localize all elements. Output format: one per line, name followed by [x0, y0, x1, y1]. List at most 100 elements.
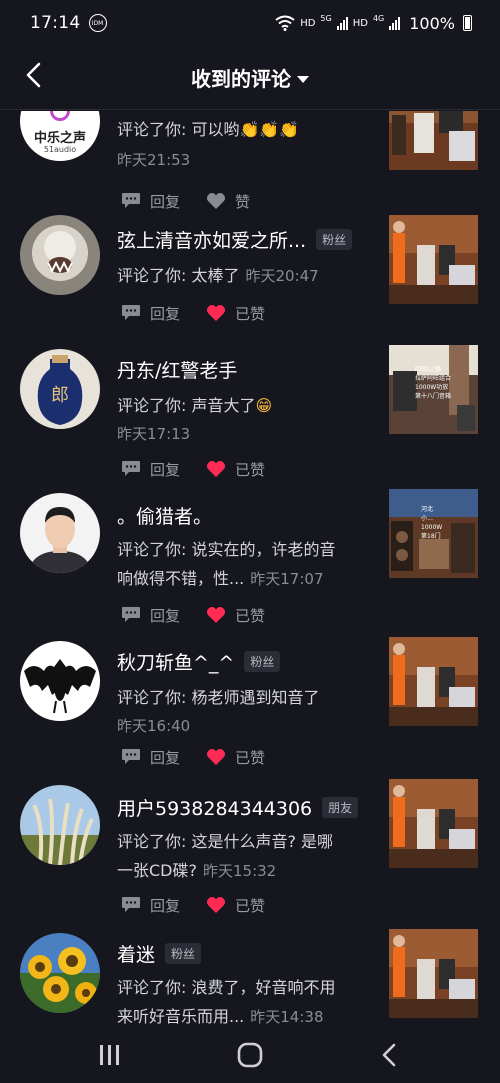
comment-text[interactable]: 评论了你: 声音大了😁: [117, 391, 375, 420]
title-dropdown[interactable]: 收到的评论: [191, 63, 309, 92]
reply-button[interactable]: 回复: [121, 605, 180, 626]
battery-percent: 100%: [409, 13, 455, 33]
idm-icon: IDM: [88, 14, 107, 32]
svg-text:郎: 郎: [51, 385, 69, 406]
liked-button[interactable]: 已赞: [206, 895, 265, 916]
chat-bubble-icon: [122, 607, 140, 622]
avatar[interactable]: [20, 215, 100, 295]
recent-apps-icon[interactable]: [96, 1043, 124, 1067]
top-header: 收到的评论: [0, 46, 500, 110]
video-thumbnail[interactable]: [389, 779, 478, 868]
username[interactable]: 着迷: [117, 940, 155, 967]
back-arrow-icon[interactable]: [20, 60, 50, 90]
signal-icon-2: [389, 16, 401, 30]
hd-label-2: HD: [352, 17, 368, 29]
network-5g-label: 5G: [320, 13, 332, 23]
comment-item[interactable]: 用户5938284344306 朋友 评论了你: 这是什么声音? 是哪 一张CD…: [0, 779, 500, 927]
comment-text[interactable]: 评论了你: 这是什么声音? 是哪 一张CD碟? 昨天15:32: [117, 827, 379, 886]
video-thumbnail[interactable]: [389, 215, 478, 304]
home-icon[interactable]: [236, 1041, 264, 1069]
comment-time: 昨天17:13: [117, 425, 191, 443]
avatar[interactable]: 郎: [20, 349, 100, 429]
liked-button[interactable]: 已赞: [206, 303, 265, 324]
reply-button[interactable]: 回复: [121, 191, 180, 212]
heart-filled-icon: [206, 897, 226, 913]
reply-button[interactable]: 回复: [121, 303, 180, 324]
comment-item[interactable]: 着迷 粉丝 评论了你: 浪费了，好音响不用 来听好音乐而用... 昨天14:38: [0, 927, 500, 1026]
comment-actions: 回复 已赞: [121, 745, 265, 769]
name-row: 。偷猎者。: [117, 501, 212, 529]
heart-filled-icon: [206, 461, 226, 477]
comment-text[interactable]: 评论了你: 说实在的，许老的音 响做得不错，性... 昨天17:07: [117, 535, 379, 594]
page-title: 收到的评论: [191, 67, 291, 91]
username[interactable]: 秋刀斩鱼^_^: [117, 648, 234, 675]
caret-down-icon: [297, 76, 309, 83]
like-button[interactable]: 赞: [206, 191, 250, 212]
chat-bubble-icon: [122, 461, 140, 476]
battery-icon: [463, 15, 472, 31]
status-indicators: HD 5G HD 4G 100%: [275, 14, 472, 33]
name-row: 用户5938284344306 朋友: [117, 793, 359, 821]
comment-item[interactable]: 郎 丹东/红警老手 评论了你: 声音大了😁 昨天17:13 回复 已赞 四朗山 …: [0, 345, 500, 489]
chat-bubble-icon: [122, 305, 140, 320]
heart-filled-icon: [206, 749, 226, 765]
name-row: 丹东/红警老手: [117, 355, 237, 383]
avatar-logo-text: 中乐之声: [33, 131, 86, 146]
comment-item[interactable]: 秋刀斩鱼^_^ 粉丝 评论了你: 杨老师遇到知音了 昨天16:40 回复 已赞: [0, 637, 500, 779]
back-nav-icon[interactable]: [376, 1041, 404, 1069]
status-bar: 17:14 IDM HD 5G HD 4G 100%: [0, 0, 500, 46]
video-thumbnail[interactable]: [389, 111, 478, 170]
comment-item[interactable]: 中乐之声 51audio 评论了你: 可以哟👏👏👏 昨天21:53 回复 赞: [0, 111, 500, 211]
avatar[interactable]: 中乐之声 51audio: [20, 111, 100, 161]
name-row: 秋刀斩鱼^_^ 粉丝: [117, 647, 281, 675]
system-nav-bar: [0, 1026, 500, 1083]
video-thumbnail[interactable]: [389, 929, 478, 1018]
avatar[interactable]: [20, 933, 100, 1013]
heart-filled-icon: [206, 305, 226, 321]
username[interactable]: 丹东/红警老手: [117, 356, 237, 383]
comment-actions: 回复 已赞: [121, 603, 265, 627]
comment-item[interactable]: 。偷猎者。 评论了你: 说实在的，许老的音 响做得不错，性... 昨天17:07 …: [0, 489, 500, 637]
reply-button[interactable]: 回复: [121, 459, 180, 480]
comment-text[interactable]: 评论了你: 太棒了 昨天20:47: [117, 261, 375, 291]
network-4g-label: 4G: [372, 13, 385, 23]
comment-text[interactable]: 评论了你: 浪费了，好音响不用 来听好音乐而用... 昨天14:38: [117, 973, 379, 1026]
comment-actions: 回复 赞: [121, 189, 250, 213]
comment-text[interactable]: 评论了你: 可以哟👏👏👏: [117, 115, 375, 144]
liked-button[interactable]: 已赞: [206, 605, 265, 626]
liked-button[interactable]: 已赞: [206, 747, 265, 768]
thumbnail-caption: 四朗山 摘 拉萨阿旺组合 1000W功放 第十八门音箱: [415, 366, 452, 400]
chat-bubble-icon: [122, 193, 140, 208]
reply-button[interactable]: 回复: [121, 747, 180, 768]
chat-bubble-icon: [122, 897, 140, 912]
comment-actions: 回复 已赞: [121, 893, 265, 917]
video-thumbnail[interactable]: 河北 小… 1000W 第18门: [389, 489, 478, 578]
name-row: 弦上清音亦如爱之所... 粉丝: [117, 225, 353, 253]
comment-actions: 回复 已赞: [121, 301, 265, 325]
comment-time: 昨天16:40: [117, 717, 191, 735]
video-thumbnail[interactable]: [389, 637, 478, 726]
avatar[interactable]: [20, 641, 100, 721]
comment-item[interactable]: 弦上清音亦如爱之所... 粉丝 评论了你: 太棒了 昨天20:47 回复 已赞: [0, 215, 500, 345]
avatar-logo-subtext: 51audio: [43, 145, 77, 154]
liked-button[interactable]: 已赞: [206, 459, 265, 480]
comment-list[interactable]: 中乐之声 51audio 评论了你: 可以哟👏👏👏 昨天21:53 回复 赞 弦…: [0, 111, 500, 1026]
comment-text[interactable]: 评论了你: 杨老师遇到知音了: [117, 683, 375, 712]
heart-outline-icon: [206, 193, 226, 209]
comment-actions: 回复 已赞: [121, 457, 265, 481]
video-thumbnail[interactable]: 四朗山 摘 拉萨阿旺组合 1000W功放 第十八门音箱: [389, 345, 478, 434]
avatar[interactable]: [20, 493, 100, 573]
signal-icon-1: [336, 16, 348, 30]
name-row: 着迷 粉丝: [117, 939, 202, 967]
thumbnail-caption: 河北 小… 1000W 第18门: [421, 506, 443, 540]
username[interactable]: 用户5938284344306: [117, 794, 312, 821]
username[interactable]: 。偷猎者。: [117, 502, 212, 529]
fan-badge: 粉丝: [165, 942, 202, 964]
avatar[interactable]: [20, 785, 100, 865]
friend-badge: 朋友: [322, 796, 359, 818]
status-time: 17:14: [30, 13, 81, 33]
hd-label-1: HD: [300, 17, 316, 29]
username[interactable]: 弦上清音亦如爱之所...: [117, 226, 306, 253]
fan-badge: 粉丝: [244, 650, 281, 672]
reply-button[interactable]: 回复: [121, 895, 180, 916]
